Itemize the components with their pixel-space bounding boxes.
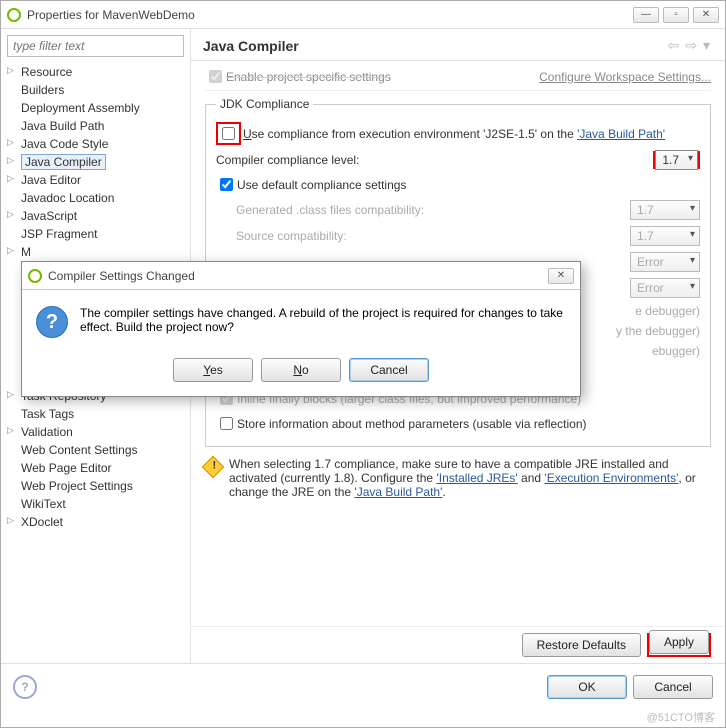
tree-node[interactable]: Java Build Path — [7, 117, 184, 135]
tree-node[interactable]: Builders — [7, 81, 184, 99]
properties-window: Properties for MavenWebDemo — ▫ ✕ Resour… — [0, 0, 726, 728]
eclipse-icon — [28, 269, 42, 283]
enable-project-label: Enable project specific settings — [226, 70, 391, 84]
src-compat-select: 1.7 — [630, 226, 700, 246]
warning-icon — [202, 456, 225, 479]
question-icon: ? — [36, 306, 68, 338]
tree-node[interactable]: Javadoc Location — [7, 189, 184, 207]
dialog-yes-button[interactable]: Yes — [173, 358, 253, 382]
jbp-link[interactable]: 'Java Build Path' — [354, 485, 442, 499]
dialog-title: Compiler Settings Changed — [48, 269, 548, 283]
forward-icon[interactable]: ⇨ — [685, 37, 697, 54]
compiler-settings-dialog: Compiler Settings Changed ✕ ? The compil… — [21, 261, 581, 397]
tree-node[interactable]: Java Code Style — [7, 135, 184, 153]
tree-node[interactable]: Deployment Assembly — [7, 99, 184, 117]
err-select-a: Error — [630, 252, 700, 272]
tree-node[interactable]: JSP Fragment — [7, 225, 184, 243]
clipped-text: y the debugger) — [616, 324, 700, 338]
tree-node[interactable]: Task Tags — [7, 405, 184, 423]
jdk-legend: JDK Compliance — [216, 97, 313, 111]
back-icon[interactable]: ⇦ — [668, 37, 680, 54]
java-build-path-link[interactable]: 'Java Build Path' — [577, 127, 665, 141]
gen-class-label: Generated .class files compatibility: — [236, 203, 630, 217]
dialog-cancel-button[interactable]: Cancel — [349, 358, 429, 382]
tree-node[interactable]: M — [7, 243, 184, 261]
tree-node[interactable]: Java Editor — [7, 171, 184, 189]
compliance-label: Compiler compliance level: — [216, 153, 653, 167]
use-exec-env-label: se compliance from execution environment… — [252, 127, 577, 141]
tree-node[interactable]: Web Project Settings — [7, 477, 184, 495]
dialog-close-button[interactable]: ✕ — [548, 268, 574, 284]
tree-node[interactable]: XDoclet — [7, 513, 184, 531]
window-title: Properties for MavenWebDemo — [27, 8, 633, 22]
src-compat-label: Source compatibility: — [236, 229, 630, 243]
tree-node[interactable]: WikiText — [7, 495, 184, 513]
close-button[interactable]: ✕ — [693, 7, 719, 23]
warning-text: When selecting 1.7 compliance, make sure… — [229, 457, 711, 499]
filter-input[interactable] — [7, 35, 184, 57]
dialog-message: The compiler settings have changed. A re… — [80, 306, 566, 338]
tree-node[interactable]: Java Compiler — [7, 153, 184, 171]
eclipse-icon — [7, 8, 21, 22]
configure-workspace-link[interactable]: Configure Workspace Settings... — [539, 70, 711, 84]
dropdown-icon[interactable]: ▾ — [703, 37, 710, 54]
ok-button[interactable]: OK — [547, 675, 627, 699]
compliance-select[interactable]: 1.7 — [655, 150, 698, 170]
help-icon[interactable]: ? — [13, 675, 37, 699]
footer: ? OK Cancel — [1, 663, 725, 709]
titlebar[interactable]: Properties for MavenWebDemo — ▫ ✕ — [1, 1, 725, 29]
store-params-checkbox[interactable] — [220, 417, 233, 430]
tree-node[interactable]: Resource — [7, 63, 184, 81]
exec-env-link[interactable]: 'Execution Environments' — [544, 471, 678, 485]
use-exec-env-checkbox[interactable] — [222, 127, 235, 140]
cancel-button[interactable]: Cancel — [633, 675, 713, 699]
use-defaults-label: Use default compliance settings — [237, 178, 406, 192]
page-title: Java Compiler — [203, 38, 665, 54]
minimize-button[interactable]: — — [633, 7, 659, 23]
use-defaults-checkbox[interactable] — [220, 178, 233, 191]
warning-block: When selecting 1.7 compliance, make sure… — [205, 457, 711, 499]
tree-node[interactable]: Web Content Settings — [7, 441, 184, 459]
tree-node[interactable]: Validation — [7, 423, 184, 441]
tree-node[interactable]: Web Page Editor — [7, 459, 184, 477]
clipped-text: e debugger) — [635, 304, 700, 318]
tree-node[interactable]: JavaScript — [7, 207, 184, 225]
enable-project-checkbox[interactable] — [209, 70, 222, 83]
restore-defaults-button[interactable]: Restore Defaults — [522, 633, 641, 657]
watermark: @51CTO博客 — [647, 709, 715, 725]
maximize-button[interactable]: ▫ — [663, 7, 689, 23]
clipped-text: ebugger) — [652, 344, 700, 358]
gen-class-select: 1.7 — [630, 200, 700, 220]
installed-jres-link[interactable]: 'Installed JREs' — [436, 471, 517, 485]
apply-button[interactable]: Apply — [649, 630, 709, 654]
err-select-b: Error — [630, 278, 700, 298]
dialog-no-button[interactable]: No — [261, 358, 341, 382]
